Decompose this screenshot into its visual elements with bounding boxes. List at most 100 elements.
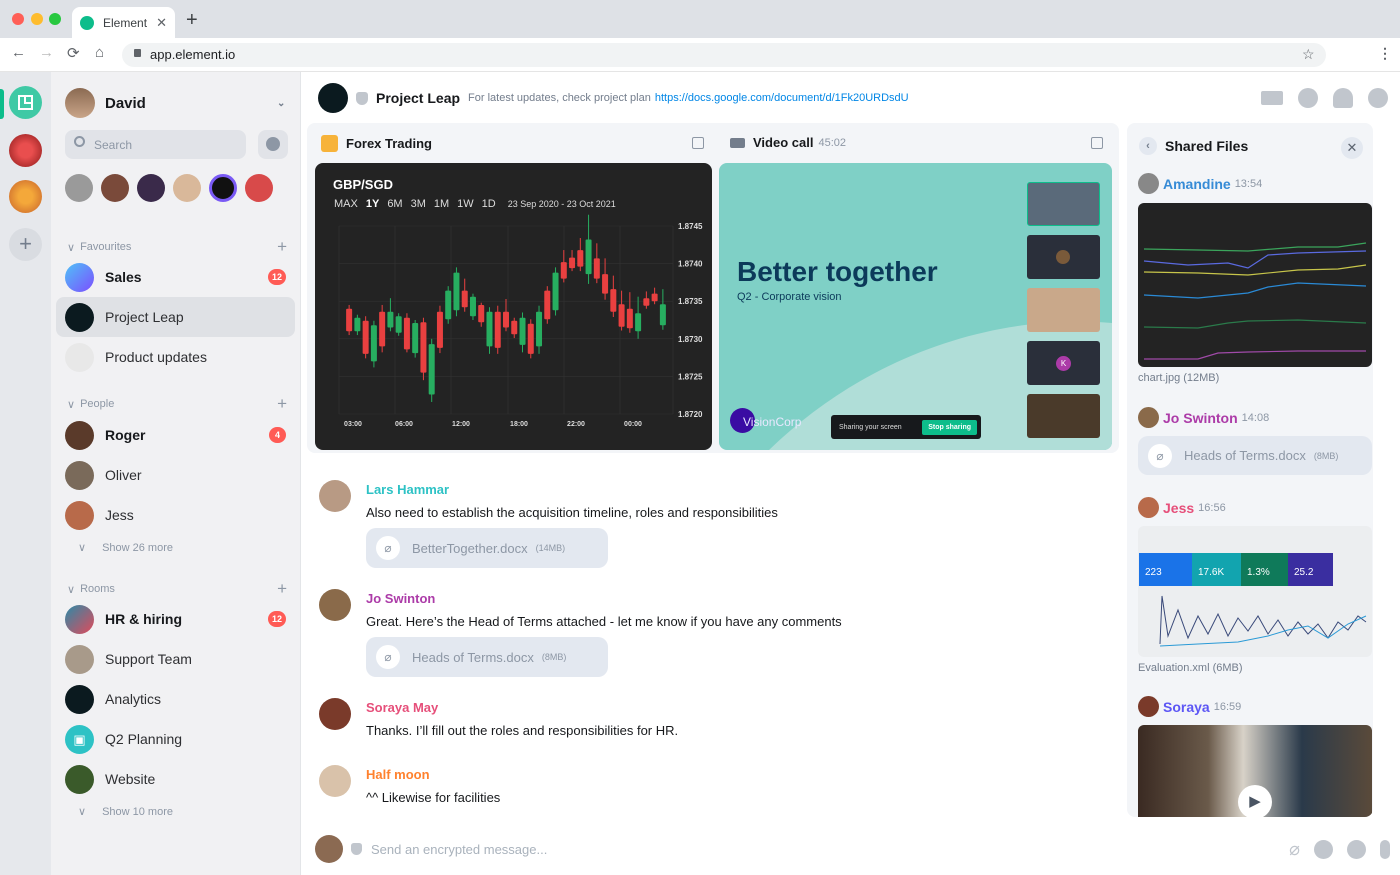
sticker-icon[interactable] <box>1347 839 1366 859</box>
popout-icon[interactable] <box>1091 137 1103 149</box>
favourites-section-header[interactable]: ∨ Favourites + <box>67 237 287 257</box>
add-icon[interactable]: + <box>277 394 287 414</box>
file-attachment[interactable]: ⌀ Heads of Terms.docx (8MB) <box>1138 436 1372 475</box>
new-tab-button[interactable]: + <box>186 9 198 32</box>
video-thumbnail[interactable]: ▶ <box>1138 725 1372 817</box>
sender-name[interactable]: Jo Swinton <box>366 591 435 606</box>
file-attachment[interactable]: ⌀ BetterTogether.docx (14MB) <box>366 528 608 568</box>
bell-icon[interactable] <box>1333 88 1353 108</box>
rooms-section-header[interactable]: ∨ Rooms + <box>67 579 287 599</box>
search-icon[interactable] <box>1298 88 1318 108</box>
room-item-analytics[interactable]: Analytics <box>56 679 295 719</box>
play-icon[interactable]: ▶ <box>1238 785 1272 817</box>
sender-avatar[interactable] <box>319 480 351 512</box>
candlestick-chart: 1.8745 1.8740 1.8735 1.8730 1.8725 1.8720 03:0… <box>338 214 703 428</box>
recent-people <box>65 174 273 202</box>
show-more-people[interactable]: ∨ Show 26 more <box>78 541 173 554</box>
room-item-website[interactable]: Website <box>56 759 295 799</box>
forward-button[interactable]: → <box>39 44 54 61</box>
back-button[interactable]: ← <box>11 44 26 61</box>
sender-avatar[interactable] <box>319 589 351 621</box>
browser-menu-icon[interactable]: ⋮ <box>1378 45 1392 62</box>
sender-name[interactable]: Soraya <box>1163 699 1210 715</box>
room-item-support-team[interactable]: Support Team <box>56 639 295 679</box>
video-call-icon[interactable] <box>1261 91 1283 105</box>
url-field[interactable]: app.element.io <box>122 43 1326 67</box>
recent-avatar[interactable] <box>101 174 129 202</box>
room-name: Roger <box>105 427 146 443</box>
show-more-rooms[interactable]: ∨ Show 10 more <box>78 805 173 818</box>
home-space-icon[interactable] <box>9 86 42 119</box>
evaluation-image-thumbnail[interactable]: 223 17.6K 1.3% 25.2 <box>1138 526 1372 657</box>
recent-avatar[interactable] <box>209 174 237 202</box>
url-text: app.element.io <box>150 47 236 62</box>
chart-thumbnail-graphic <box>1143 242 1367 360</box>
chevron-down-icon[interactable]: ⌄ <box>277 98 285 109</box>
room-item-q2-planning[interactable]: ▣ Q2 Planning <box>56 719 295 759</box>
back-icon[interactable]: ‹ <box>1139 137 1157 155</box>
sender-name[interactable]: Lars Hammar <box>366 482 449 497</box>
home-button[interactable]: ⌂ <box>95 44 104 61</box>
popout-icon[interactable] <box>692 137 704 149</box>
sender-avatar[interactable] <box>319 765 351 797</box>
recent-avatar[interactable] <box>173 174 201 202</box>
candle-body <box>420 322 427 373</box>
room-item-product-updates[interactable]: Product updates <box>56 337 295 377</box>
create-space-button[interactable]: + <box>9 228 42 261</box>
room-topic-link[interactable]: https://docs.google.com/document/d/1Fk20… <box>655 92 909 104</box>
sender-name[interactable]: Soraya May <box>366 700 438 715</box>
sender-name[interactable]: Jess <box>1163 500 1194 516</box>
close-tab-icon[interactable]: ✕ <box>156 15 167 31</box>
people-section-header[interactable]: ∨ People + <box>67 394 287 414</box>
participant-tile[interactable] <box>1027 235 1100 279</box>
room-item-hr-hiring[interactable]: HR & hiring 12 <box>56 599 295 639</box>
recent-avatar[interactable] <box>65 174 93 202</box>
add-icon[interactable]: + <box>277 579 287 599</box>
room-avatar[interactable] <box>318 83 348 113</box>
paperclip-icon[interactable]: ⌀ <box>1289 839 1300 859</box>
room-item-project-leap[interactable]: Project Leap <box>56 297 295 337</box>
room-item-roger[interactable]: Roger 4 <box>56 415 295 455</box>
space-avatar[interactable] <box>9 134 42 167</box>
participant-tile[interactable]: K <box>1027 341 1100 385</box>
chart-image-thumbnail[interactable] <box>1138 203 1372 367</box>
maximize-window-button[interactable] <box>49 13 61 25</box>
bookmark-star-icon[interactable]: ☆ <box>1302 46 1315 63</box>
user-menu[interactable]: David ⌄ <box>65 88 285 118</box>
reload-button[interactable]: ⟳ <box>67 44 80 62</box>
sender-name[interactable]: Jo Swinton <box>1163 410 1238 426</box>
stop-sharing-button[interactable]: Stop sharing <box>922 419 977 435</box>
candle-body <box>379 311 386 347</box>
emoji-icon[interactable] <box>1314 839 1333 859</box>
paperclip-icon: ⌀ <box>1148 443 1172 468</box>
sender-name[interactable]: Half moon <box>366 767 430 782</box>
candle-body <box>626 308 633 329</box>
room-item-oliver[interactable]: Oliver <box>56 455 295 495</box>
explore-rooms-button[interactable] <box>258 130 288 159</box>
sender-name[interactable]: Amandine <box>1163 176 1231 192</box>
close-window-button[interactable] <box>12 13 24 25</box>
room-title[interactable]: Project Leap <box>376 90 460 106</box>
minimize-window-button[interactable] <box>31 13 43 25</box>
recent-avatar[interactable] <box>245 174 273 202</box>
composer-placeholder[interactable]: Send an encrypted message... <box>371 842 547 857</box>
message-composer[interactable]: Send an encrypted message... ⌀ <box>315 834 1390 864</box>
sender-avatar[interactable] <box>319 698 351 730</box>
browser-tab[interactable]: Element ✕ <box>72 7 175 38</box>
info-icon[interactable] <box>1368 88 1388 108</box>
space-avatar[interactable] <box>9 180 42 213</box>
room-item-jess[interactable]: Jess <box>56 495 295 535</box>
close-panel-button[interactable]: ✕ <box>1341 137 1363 159</box>
participant-tile[interactable] <box>1027 288 1100 332</box>
recent-avatar[interactable] <box>137 174 165 202</box>
participant-tile[interactable] <box>1027 394 1100 438</box>
participant-tile[interactable] <box>1027 182 1100 226</box>
add-icon[interactable]: + <box>277 237 287 257</box>
search-input[interactable]: Search <box>65 130 246 159</box>
room-item-sales[interactable]: Sales 12 <box>56 257 295 297</box>
shield-icon <box>351 843 362 855</box>
candle-body <box>486 311 493 347</box>
microphone-icon[interactable] <box>1380 839 1390 859</box>
file-attachment[interactable]: ⌀ Heads of Terms.docx (8MB) <box>366 637 608 677</box>
candle-body <box>503 311 509 328</box>
